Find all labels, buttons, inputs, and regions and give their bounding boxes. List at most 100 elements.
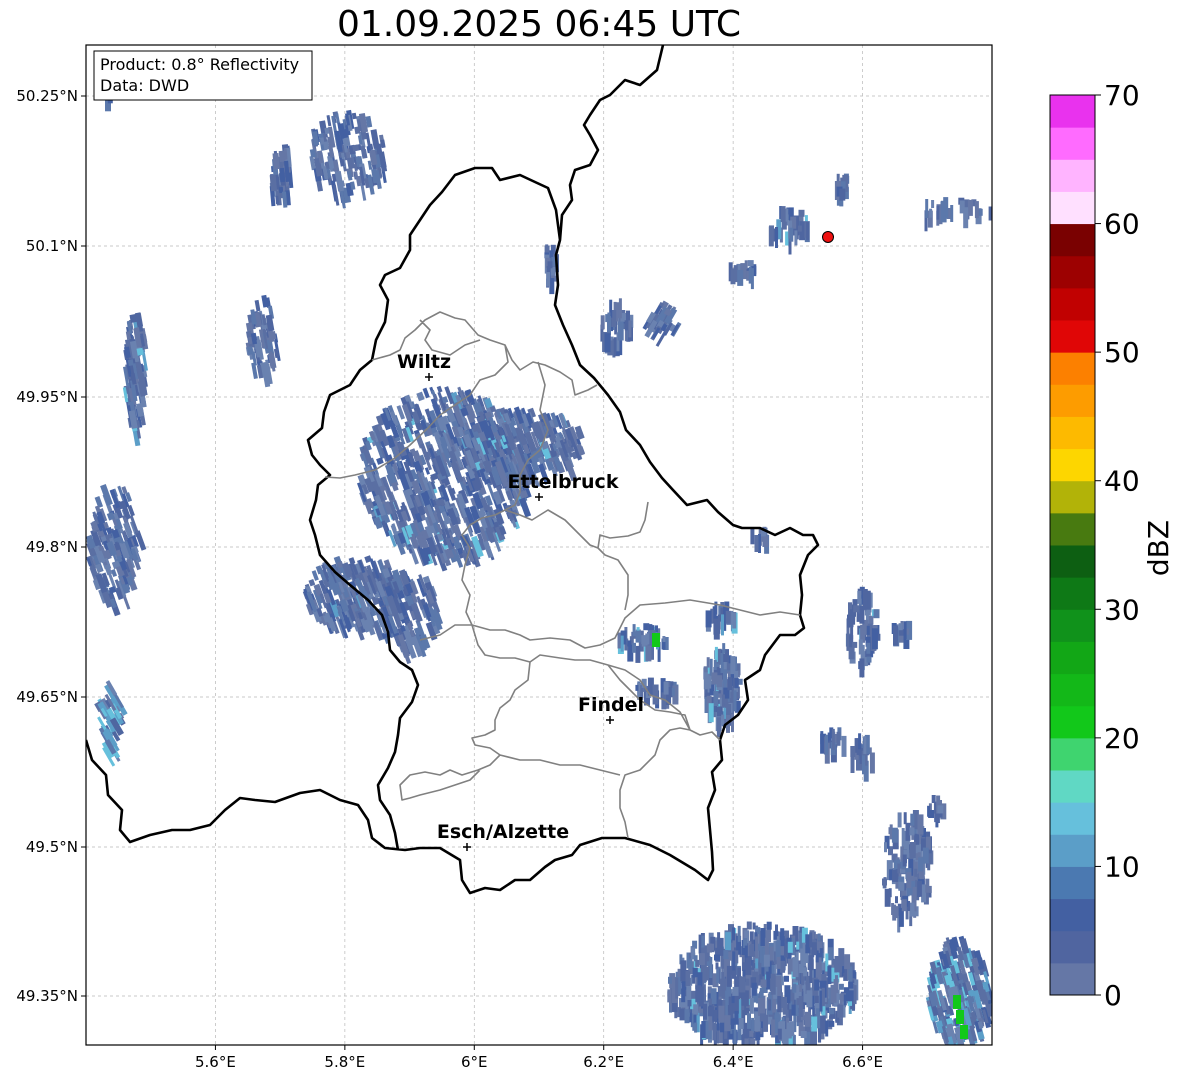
radar-echo-cell	[960, 1025, 968, 1039]
radar-echo-cell	[680, 960, 687, 982]
radar-echo-cell	[819, 1015, 826, 1034]
radar-echo-cell	[721, 614, 724, 636]
radar-echo-cell	[777, 1028, 782, 1040]
radar-echo-cell	[751, 1017, 755, 1033]
radar-echo-cell	[717, 614, 721, 630]
radar-echo-cell	[717, 932, 721, 950]
radar-echo-cell	[663, 681, 669, 695]
radar-echo-cell	[732, 612, 737, 629]
colorbar-tick-label: 50	[1104, 336, 1140, 369]
radar-echo-cell	[675, 977, 679, 999]
radar-echo-cell	[760, 979, 767, 988]
radar-echo-cell	[733, 265, 738, 283]
radar-echo-cell	[804, 1011, 811, 1027]
radar-echo-cell	[839, 188, 846, 201]
radar-echo-cell	[744, 260, 748, 270]
radar-echo-cell	[703, 666, 708, 673]
radar-echo-cell	[897, 863, 901, 874]
info-data-source: Data: DWD	[100, 76, 189, 95]
radar-echo-cell	[848, 647, 855, 660]
radar-echo-cell	[882, 878, 887, 886]
colorbar-segment	[1050, 866, 1095, 900]
radar-echo-cell	[770, 973, 776, 995]
radar-echo-cell	[725, 932, 732, 951]
radar-echo-cell	[784, 930, 789, 939]
radar-echo-cell	[776, 956, 781, 969]
radar-echo-cell	[809, 932, 813, 948]
colorbar-segment	[1050, 770, 1095, 803]
radar-echo-cell	[771, 1019, 776, 1038]
radar-echo-cell	[747, 1013, 751, 1032]
radar-echo-cell	[909, 902, 915, 917]
city-label: Findel	[578, 694, 644, 716]
radar-echo-cell	[694, 1022, 698, 1033]
radar-echo-cell	[798, 996, 803, 1017]
radar-echo-cell	[600, 315, 605, 330]
radar-echo-cell	[632, 624, 636, 637]
radar-echo-cell	[748, 266, 752, 284]
radar-echo-cell	[732, 986, 739, 996]
x-tick-label: 5.8°E	[324, 1053, 365, 1071]
radar-echo-cell	[909, 842, 916, 858]
radar-echo-cell	[850, 755, 855, 773]
radar-echo-cell	[888, 827, 892, 835]
city-label: Wiltz	[397, 351, 451, 373]
radar-echo-cell	[731, 1019, 734, 1030]
radar-echo-cell	[789, 1021, 795, 1037]
radar-echo-cell	[816, 941, 823, 949]
radar-echo-cell	[792, 983, 797, 993]
radar-echo-cell	[768, 999, 772, 1011]
radar-echo-cell	[649, 630, 653, 646]
radar-echo-cell	[749, 997, 754, 1014]
radar-echo-cell	[750, 527, 755, 545]
radar-echo-cell	[917, 880, 922, 897]
colorbar-tick-label: 0	[1104, 979, 1122, 1012]
radar-echo-cell	[544, 245, 550, 253]
x-tick-label: 6.4°E	[713, 1053, 754, 1071]
y-tick-label: 49.8°N	[26, 538, 78, 556]
colorbar-tick-label: 10	[1104, 850, 1140, 883]
radar-echo-cell	[903, 812, 907, 825]
radar-echo-cell	[723, 654, 729, 662]
y-tick-label: 50.1°N	[26, 237, 78, 255]
radar-echo-cell	[718, 1005, 725, 1023]
radar-echo-cell	[720, 978, 727, 991]
radar-echo-cell	[897, 812, 902, 828]
radar-echo-cell	[829, 1008, 835, 1015]
radar-echo-cell	[695, 959, 700, 967]
city-label: Ettelbruck	[508, 471, 619, 493]
radar-echo-cell	[931, 200, 935, 208]
radar-echo-cell	[853, 985, 857, 1005]
radar-echo-cell	[858, 639, 863, 655]
radar-echo-cell	[866, 642, 871, 654]
radar-echo-cell	[950, 205, 954, 222]
radar-echo-cell	[817, 933, 821, 941]
radar-echo-cell	[713, 659, 717, 670]
radar-echo-cell	[744, 945, 748, 958]
radar-echo-cell	[828, 1020, 835, 1027]
radar-echo-cell	[858, 733, 862, 750]
radar-echo-cell	[780, 960, 786, 973]
radar-echo-cell	[871, 628, 878, 650]
radar-echo-cell	[685, 970, 691, 987]
radar-echo-cell	[716, 968, 720, 984]
radar-echo-cell	[713, 618, 717, 635]
radar-echo-cell	[775, 227, 778, 248]
radar-echo-cell	[821, 987, 825, 1006]
radar-echo-cell	[787, 941, 793, 953]
radar-echo-cell	[809, 968, 813, 983]
radar-echo-cell	[760, 928, 766, 946]
y-tick-label: 50.25°N	[16, 87, 78, 105]
radar-echo-cell	[917, 814, 924, 835]
radar-echo-cell	[892, 904, 897, 921]
radar-echo-cell	[941, 200, 947, 209]
radar-echo-cell	[635, 630, 641, 643]
radar-echo-cell	[755, 958, 759, 969]
colorbar-segment	[1050, 898, 1095, 932]
colorbar-segment	[1050, 641, 1095, 675]
radar-echo-cell	[681, 982, 686, 1003]
colorbar-segment	[1050, 577, 1095, 610]
radar-echo-cell	[715, 962, 719, 970]
radar-echo-cell	[789, 227, 794, 242]
radar-echo-cell	[884, 888, 891, 907]
